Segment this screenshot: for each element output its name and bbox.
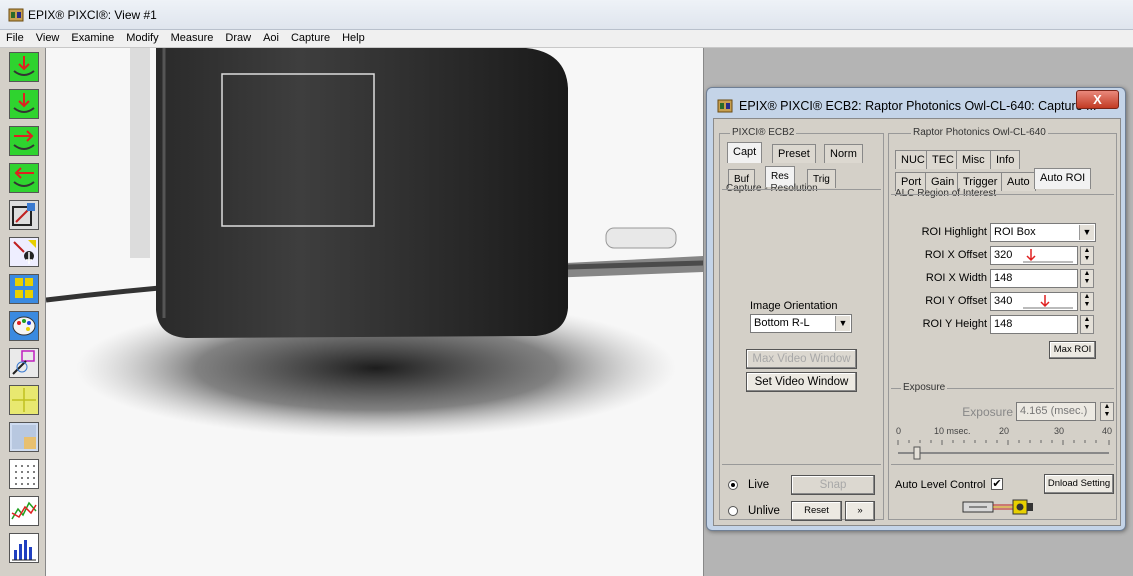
pixel-peek-icon[interactable] <box>9 237 39 267</box>
reset-button[interactable]: Reset <box>791 501 842 521</box>
menu-examine[interactable]: Examine <box>65 30 120 44</box>
tab-preset[interactable]: Preset <box>772 144 816 163</box>
scale-tick-10: 10 msec. <box>934 426 971 436</box>
image-orientation-select[interactable]: Bottom R-L ▼ <box>750 314 852 333</box>
waveform-icon[interactable] <box>9 496 39 526</box>
exposure-slider[interactable] <box>896 438 1112 460</box>
exposure-label: Exposure <box>962 405 1013 419</box>
camera-image <box>46 48 703 576</box>
tab-capt[interactable]: Capt <box>727 142 763 163</box>
snap-grid-icon[interactable] <box>9 274 39 304</box>
set-video-window-button[interactable]: Set Video Window <box>746 372 857 392</box>
main-window-title: EPIX® PIXCI®: View #1 <box>28 8 157 22</box>
image-examine-icon[interactable] <box>9 200 39 230</box>
scale-tick-0: 0 <box>896 426 902 436</box>
tab-info[interactable]: Info <box>990 150 1021 169</box>
menu-file[interactable]: File <box>0 30 30 44</box>
red-arrow-icon <box>1023 295 1073 309</box>
pixci-group-label: PIXCI® ECB2 <box>730 127 797 138</box>
live-label: Live <box>748 479 770 491</box>
menu-view[interactable]: View <box>30 30 66 44</box>
dialog-title: EPIX® PIXCI® ECB2: Raptor Photonics Owl-… <box>739 99 1097 113</box>
roi-x-width-field[interactable]: 148 <box>990 269 1078 288</box>
main-title-bar: EPIX® PIXCI®: View #1 <box>0 0 1133 30</box>
roi-y-height-field[interactable]: 148 <box>990 315 1078 334</box>
camera-link-icon <box>962 499 1033 515</box>
red-arrow-icon <box>1023 249 1073 263</box>
menu-modify[interactable]: Modify <box>120 30 164 44</box>
capture-dialog: EPIX® PIXCI® ECB2: Raptor Photonics Owl-… <box>706 87 1126 531</box>
exposure-field[interactable]: 4.165 (msec.) <box>1016 402 1096 421</box>
histogram-icon[interactable] <box>9 533 39 563</box>
menu-draw[interactable]: Draw <box>219 30 257 44</box>
roi-highlight-select[interactable]: ROI Box ▼ <box>990 223 1096 242</box>
tab-auto-roi[interactable]: Auto ROI <box>1034 168 1092 189</box>
scale-tick-20: 20 <box>999 426 1010 436</box>
pixel-grid-icon[interactable] <box>9 459 39 489</box>
more-button[interactable]: » <box>845 501 875 521</box>
tool-bar <box>0 48 46 576</box>
snap-button[interactable]: Snap <box>791 475 875 495</box>
draw-icon[interactable] <box>9 348 39 378</box>
max-video-window-button[interactable]: Max Video Window <box>746 349 857 369</box>
menu-help[interactable]: Help <box>336 30 371 44</box>
raptor-group-label: Raptor Photonics Owl-CL-640 <box>911 127 1048 138</box>
capture-arrow-left-icon[interactable] <box>9 163 39 193</box>
pixci-ecb2-group: PIXCI® ECB2 Capt Preset Norm Buf Res Tri… <box>719 127 884 521</box>
image-orientation-label: Image Orientation <box>750 300 838 312</box>
roi-x-offset-field[interactable]: 320 <box>990 246 1078 265</box>
live-image-view[interactable] <box>46 48 704 576</box>
roi-y-offset-spin[interactable]: ▲ ▼ <box>1080 292 1094 311</box>
roi-x-width-spin[interactable]: ▲ ▼ <box>1080 269 1094 288</box>
capture-arrow-right-icon[interactable] <box>9 126 39 156</box>
tab-tec[interactable]: TEC <box>926 150 960 169</box>
unlive-label: Unlive <box>748 505 780 517</box>
scale-tick-30: 30 <box>1054 426 1065 436</box>
slider-thumb[interactable] <box>913 446 921 460</box>
chevron-down-icon: ▼ <box>835 316 850 331</box>
tab-misc[interactable]: Misc <box>956 150 991 169</box>
max-roi-button[interactable]: Max ROI <box>1049 341 1096 359</box>
roi-y-offset-field[interactable]: 340 <box>990 292 1078 311</box>
tab-norm[interactable]: Norm <box>824 144 863 163</box>
roi-highlight-label: ROI Highlight <box>921 226 987 238</box>
unlive-radio[interactable] <box>728 506 738 516</box>
roi-x-offset-label: ROI X Offset <box>924 249 987 261</box>
menu-bar: File View Examine Modify Measure Draw Aoi Captu… <box>0 30 1133 48</box>
crosshair-icon[interactable] <box>9 385 39 415</box>
roi-y-height-spin[interactable]: ▲ ▼ <box>1080 315 1094 334</box>
exposure-spin[interactable]: ▲ ▼ <box>1100 402 1114 421</box>
capture-arrow-down-icon[interactable] <box>9 52 39 82</box>
roi-x-offset-spin[interactable]: ▲ ▼ <box>1080 246 1094 265</box>
roi-x-width-label: ROI X Width <box>925 272 987 284</box>
menu-capture[interactable]: Capture <box>285 30 336 44</box>
roi-y-offset-label: ROI Y Offset <box>925 295 987 307</box>
auto-level-label: Auto Level Control <box>895 479 986 491</box>
capture-arrow-down-icon[interactable] <box>9 89 39 119</box>
menu-measure[interactable]: Measure <box>165 30 220 44</box>
exposure-group-label: Exposure <box>901 382 948 393</box>
epix-app-icon <box>8 8 24 22</box>
dialog-body: PIXCI® ECB2 Capt Preset Norm Buf Res Tri… <box>713 118 1121 526</box>
menu-aoi[interactable]: Aoi <box>257 30 285 44</box>
auto-level-checkbox[interactable]: ✔ <box>991 478 1003 490</box>
raptor-owl-group: Raptor Photonics Owl-CL-640 NUC TEC Misc… <box>888 127 1117 520</box>
tab-auto[interactable]: Auto <box>1001 172 1036 191</box>
epix-app-icon <box>717 99 733 113</box>
region-icon[interactable] <box>9 422 39 452</box>
live-radio[interactable] <box>728 480 738 490</box>
dnload-setting-button[interactable]: Dnload Setting <box>1044 474 1114 494</box>
close-icon[interactable]: X <box>1076 90 1119 109</box>
chevron-down-icon: ▼ <box>1079 225 1094 240</box>
palette-icon[interactable] <box>9 311 39 341</box>
roi-y-height-label: ROI Y Height <box>922 318 987 330</box>
scale-tick-40: 40 <box>1102 426 1113 436</box>
